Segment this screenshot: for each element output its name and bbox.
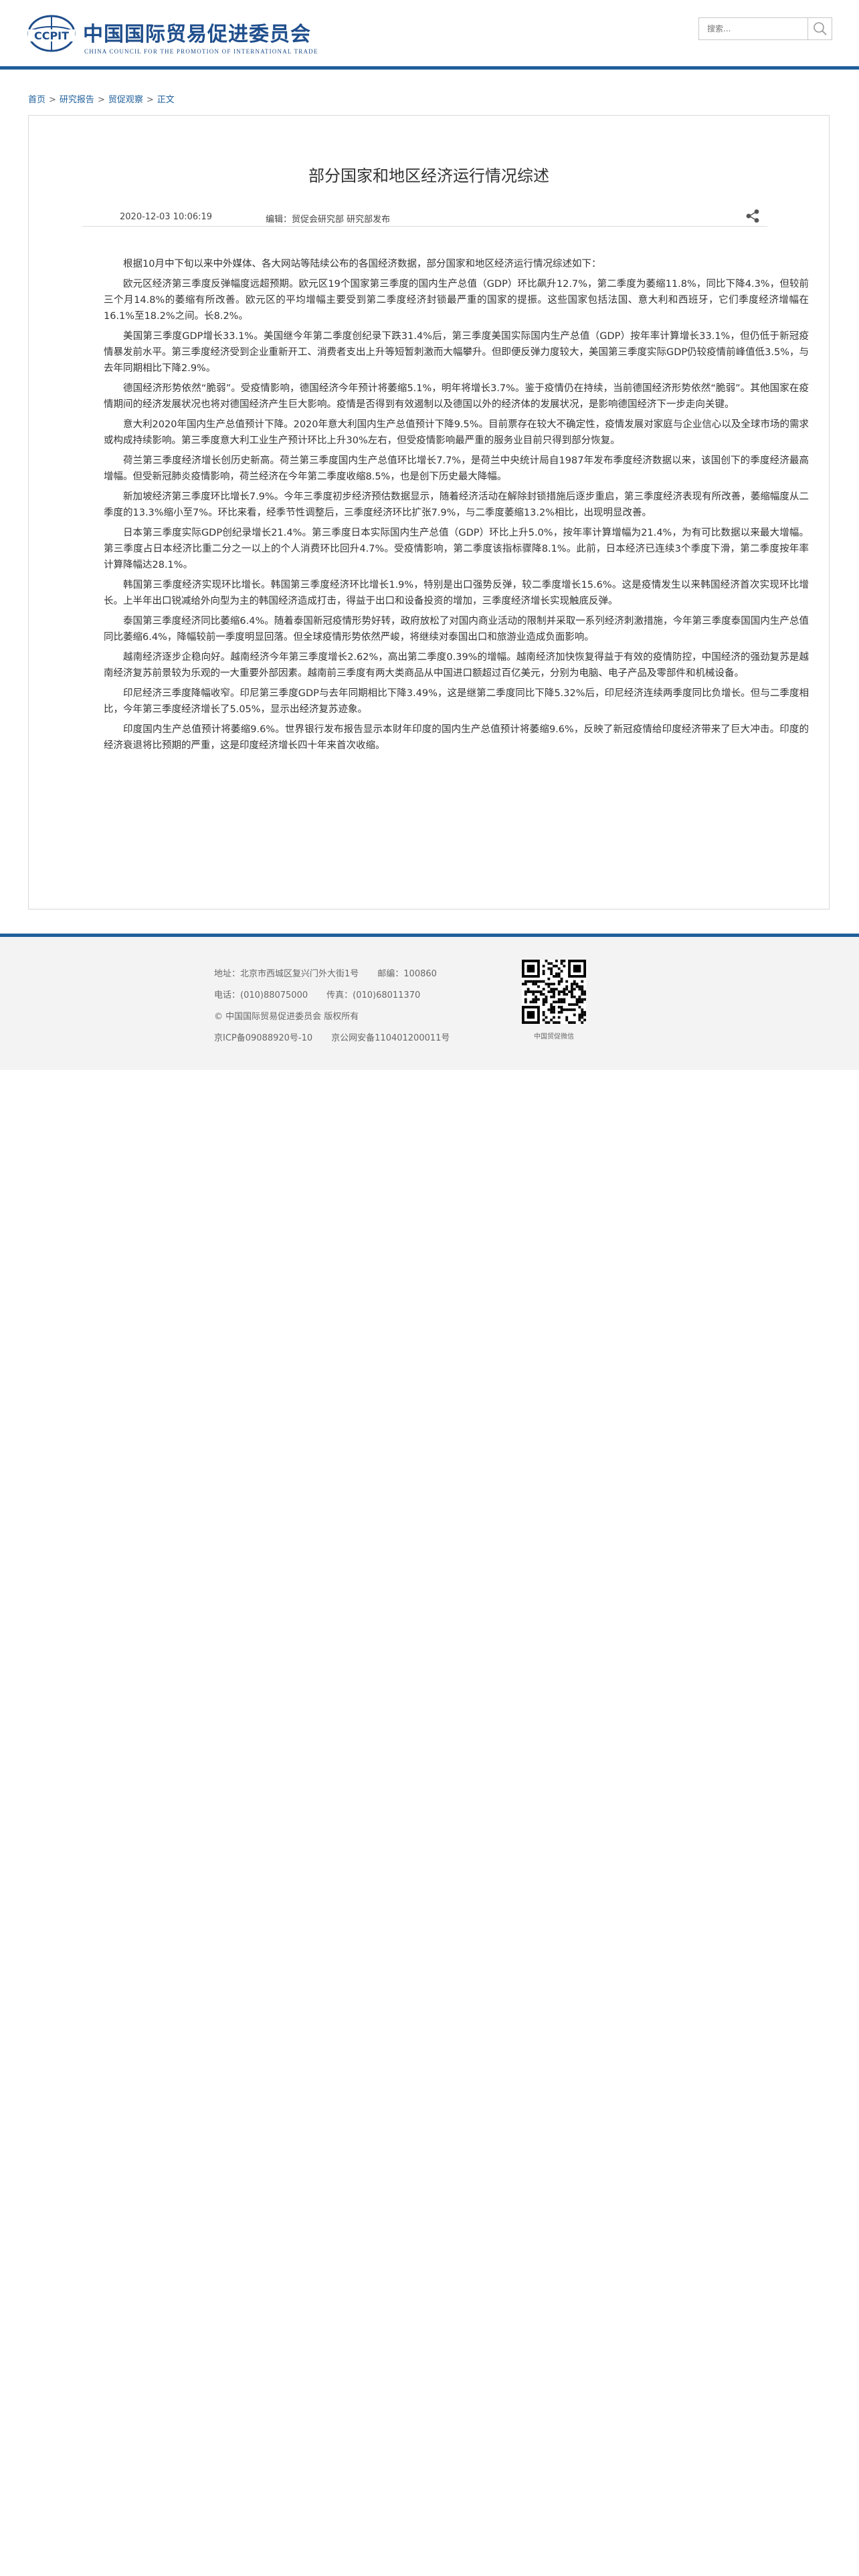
breadcrumb: 首页 > 研究报告 > 贸促观察 > 正文 bbox=[28, 92, 175, 105]
article-meta: 2020-12-03 10:06:19 编辑：贸促会研究部 研究部发布 bbox=[82, 207, 767, 227]
footer-phone: 电话：(010)88075000 bbox=[214, 990, 308, 1000]
article-editor: 编辑：贸促会研究部 研究部发布 bbox=[266, 215, 391, 225]
breadcrumb-separator: > bbox=[146, 95, 154, 105]
site-logo[interactable]: CCPIT 中国国际贸易促进委员会 CHINA COUNCIL FOR THE … bbox=[27, 13, 317, 60]
footer-fax: 传真：(010)68011370 bbox=[326, 990, 421, 1000]
ccpit-logo-icon: CCPIT bbox=[27, 15, 76, 52]
article-paragraph: 印度国内生产总值预计将萎缩9.6%。世界银行发布报告显示本财年印度的国内生产总值… bbox=[104, 724, 809, 751]
qr-code-label: 中国贸促微信 bbox=[534, 1033, 574, 1041]
breadcrumb-observation[interactable]: 贸促观察 bbox=[108, 95, 143, 105]
search-box bbox=[698, 17, 832, 40]
article-date: 2020-12-03 10:06:19 bbox=[120, 212, 213, 222]
breadcrumb-research[interactable]: 研究报告 bbox=[60, 95, 94, 105]
article-paragraph: 意大利2020年国内生产总值预计下降。2020年意大利国内生产总值预计下降9.5… bbox=[104, 419, 809, 446]
article-title: 部分国家和地区经济运行情况综述 bbox=[308, 167, 549, 185]
footer-info: 地址：北京市西城区复兴门外大街1号 邮编：100860 电话：(010)88075… bbox=[214, 964, 450, 1049]
footer-address: 地址：北京市西城区复兴门外大街1号 bbox=[214, 969, 359, 979]
site-footer: 地址：北京市西城区复兴门外大街1号 邮编：100860 电话：(010)88075… bbox=[0, 934, 859, 1070]
share-icon bbox=[746, 209, 759, 223]
article-paragraph: 美国第三季度GDP增长33.1%。美国继今年第二季度创纪录下跌31.4%后，第三… bbox=[104, 331, 809, 374]
search-input[interactable] bbox=[699, 18, 807, 39]
qr-code-icon bbox=[522, 960, 586, 1024]
article-panel: 部分国家和地区经济运行情况综述 2020-12-03 10:06:19 编辑：贸… bbox=[28, 115, 830, 909]
search-icon bbox=[814, 22, 827, 35]
breadcrumb-separator: > bbox=[97, 95, 105, 105]
logo-name-en: CHINA COUNCIL FOR THE PROMOTION OF INTER… bbox=[84, 48, 318, 55]
footer-copyright: © 中国国际贸易促进委员会 版权所有 bbox=[214, 1012, 359, 1022]
article-body: 根据10月中下旬以来中外媒体、各大网站等陆续公布的各国经济数据，部分国家和地区经… bbox=[104, 256, 809, 758]
article-paragraph: 日本第三季度实际GDP创纪录增长21.4%。第三季度日本实际国内生产总值（GDP… bbox=[104, 528, 809, 570]
footer-postcode: 邮编：100860 bbox=[377, 969, 437, 979]
share-button[interactable] bbox=[745, 208, 761, 224]
article-paragraph: 越南经济逐步企稳向好。越南经济今年第三季度增长2.62%，高出第二季度0.39%… bbox=[104, 652, 809, 679]
article-paragraph: 印尼经济三季度降幅收窄。印尼第三季度GDP与去年同期相比下降3.49%，这是继第… bbox=[104, 688, 809, 715]
logo-mark-text: CCPIT bbox=[34, 29, 69, 42]
site-header: CCPIT 中国国际贸易促进委员会 CHINA COUNCIL FOR THE … bbox=[0, 0, 859, 70]
article-paragraph: 新加坡经济第三季度环比增长7.9%。今年三季度初步经济预估数据显示，随着经济活动… bbox=[104, 492, 809, 518]
footer-police-link[interactable]: 京公网安备110401200011号 bbox=[331, 1033, 450, 1043]
search-button[interactable] bbox=[807, 18, 832, 39]
breadcrumb-separator: > bbox=[49, 95, 56, 105]
article-paragraph: 韩国第三季度经济实现环比增长。韩国第三季度经济环比增长1.9%，特别是出口强势反… bbox=[104, 580, 809, 607]
breadcrumb-home[interactable]: 首页 bbox=[28, 95, 45, 105]
article-paragraph: 荷兰第三季度经济增长创历史新高。荷兰第三季度国内生产总值环比增长7.7%，是荷兰… bbox=[104, 455, 809, 482]
article-paragraph: 根据10月中下旬以来中外媒体、各大网站等陆续公布的各国经济数据，部分国家和地区经… bbox=[123, 259, 601, 270]
breadcrumb-current[interactable]: 正文 bbox=[157, 95, 175, 105]
article-paragraph: 德国经济形势依然“脆弱”。受疫情影响，德国经济今年预计将萎缩5.1%，明年将增长… bbox=[104, 383, 809, 410]
logo-name-cn: 中国国际贸易促进委员会 bbox=[83, 23, 311, 46]
article-paragraph: 欧元区经济第三季度反弹幅度远超预期。欧元区19个国家第三季度的国内生产总值（GD… bbox=[104, 279, 809, 322]
article-paragraph: 泰国第三季度经济同比萎缩6.4%。随着泰国新冠疫情形势好转，政府放松了对国内商业… bbox=[104, 616, 809, 643]
footer-icp-link[interactable]: 京ICP备09088920号-10 bbox=[214, 1033, 312, 1043]
